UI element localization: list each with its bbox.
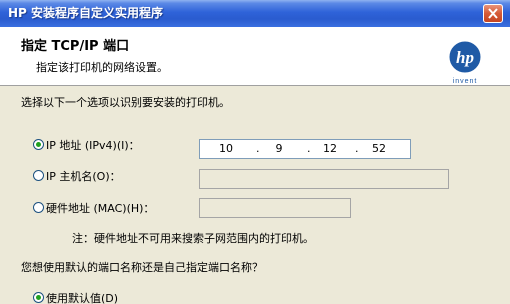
radio-hardware-address[interactable] xyxy=(33,202,44,213)
page-subtitle: 指定该打印机的网络设置。 xyxy=(36,61,168,74)
label-ip-address[interactable]: IP 地址 (IPv4)(I)： xyxy=(46,137,140,153)
select-instruction: 选择以下一个选项以识别要安装的打印机。 xyxy=(21,96,230,109)
ip-separator: . xyxy=(355,142,359,155)
ip-address-input[interactable]: 10 . 9 . 12 . 52 xyxy=(199,139,411,159)
label-use-default[interactable]: 使用默认值(D) xyxy=(46,290,118,304)
ip-octet-2[interactable]: 9 xyxy=(264,142,294,155)
svg-text:invent: invent xyxy=(453,78,478,85)
ip-octet-1[interactable]: 10 xyxy=(211,142,241,155)
ip-octet-3[interactable]: 12 xyxy=(315,142,345,155)
close-button[interactable] xyxy=(483,4,503,23)
page-title: 指定 TCP/IP 端口 xyxy=(21,39,130,54)
port-name-question: 您想使用默认的端口名称还是自己指定端口名称？ xyxy=(21,261,263,274)
title-bar[interactable]: HP 安装程序自定义实用程序 xyxy=(0,0,510,27)
radio-host-name[interactable] xyxy=(33,170,44,181)
label-host-name[interactable]: IP 主机名(O)： xyxy=(46,168,121,184)
installer-window: HP 安装程序自定义实用程序 指定 TCP/IP 端口 指定该打印机的网络设置。… xyxy=(0,0,510,304)
hp-logo: hp invent xyxy=(440,37,490,87)
host-name-input[interactable] xyxy=(199,169,449,189)
ip-separator: . xyxy=(307,142,311,155)
label-hardware-address[interactable]: 硬件地址 (MAC)(H)： xyxy=(46,200,154,216)
ip-separator: . xyxy=(256,142,260,155)
radio-use-default[interactable] xyxy=(33,292,44,303)
ip-octet-4[interactable]: 52 xyxy=(364,142,394,155)
hardware-address-input[interactable] xyxy=(199,198,351,218)
svg-text:hp: hp xyxy=(456,48,474,67)
radio-ip-address[interactable] xyxy=(33,139,44,150)
wizard-header: 指定 TCP/IP 端口 指定该打印机的网络设置。 hp invent xyxy=(0,27,510,86)
window-title: HP 安装程序自定义实用程序 xyxy=(8,6,164,20)
wizard-body: 选择以下一个选项以识别要安装的打印机。 IP 地址 (IPv4)(I)： 10 … xyxy=(0,86,510,304)
hardware-address-note: 注：硬件地址不可用来搜索子网范围内的打印机。 xyxy=(72,232,314,245)
